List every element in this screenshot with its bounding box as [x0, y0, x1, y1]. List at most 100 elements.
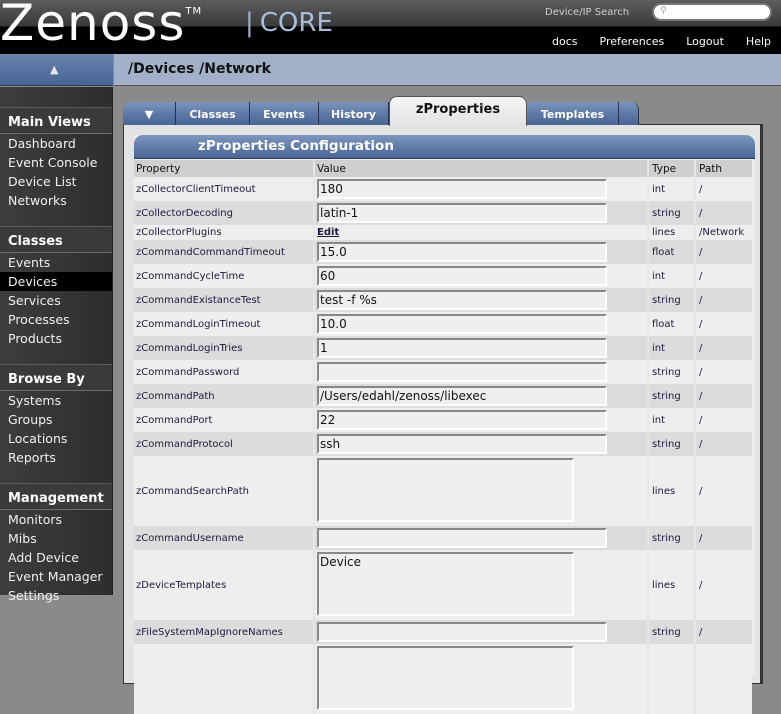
- table-row: zCommandPath/Users/edahl/zenoss/libexec s…: [134, 384, 752, 408]
- sidebar-item-devices[interactable]: Devices: [0, 272, 112, 291]
- property-type: lines: [649, 225, 696, 240]
- property-value-input[interactable]: 10.0: [317, 314, 607, 334]
- tab-events[interactable]: Events: [250, 102, 319, 125]
- table-row: [134, 644, 752, 714]
- property-path: /: [699, 246, 703, 258]
- sidebar-item-settings[interactable]: Settings: [0, 586, 112, 605]
- property-path: /: [699, 390, 703, 402]
- property-path: /: [699, 626, 703, 638]
- breadcrumb-bar: /Devices /Network: [114, 54, 781, 86]
- property-value-input[interactable]: latin-1: [317, 203, 607, 223]
- property-path: /: [699, 366, 703, 378]
- value-cell: Edit: [315, 225, 649, 240]
- logout-link[interactable]: Logout: [686, 35, 724, 48]
- sidebar-item-event-console[interactable]: Event Console: [0, 153, 112, 172]
- value-cell: [315, 620, 649, 644]
- sidebar-item-events[interactable]: Events: [0, 253, 112, 272]
- property-path: /: [699, 207, 703, 219]
- value-cell: 22: [315, 408, 649, 432]
- value-cell: 180: [315, 177, 649, 201]
- table-row: zCommandUsername string /: [134, 526, 752, 550]
- sidebar-item-mibs[interactable]: Mibs: [0, 529, 112, 548]
- property-value-input[interactable]: ssh: [317, 434, 607, 454]
- table-row: zCollectorPlugins Edit lines/Network: [134, 225, 752, 240]
- docs-link[interactable]: docs: [552, 35, 578, 48]
- property-value-input[interactable]: 22: [317, 410, 607, 430]
- table-row: zCommandCommandTimeout 15.0 float /: [134, 240, 752, 264]
- config-title: zProperties Configuration: [134, 135, 755, 159]
- property-name: zCommandPath: [134, 384, 315, 408]
- col-property: Property: [134, 160, 315, 177]
- property-value-input[interactable]: [317, 362, 607, 382]
- value-cell: 15.0: [315, 240, 649, 264]
- preferences-link[interactable]: Preferences: [600, 35, 665, 48]
- property-name: [134, 644, 315, 714]
- property-value-input[interactable]: 1: [317, 338, 607, 358]
- property-value-input[interactable]: test -f %s: [317, 290, 607, 310]
- property-path: /: [699, 438, 703, 450]
- tab-menu-dropdown[interactable]: ▼: [123, 102, 176, 125]
- sidebar-item-systems[interactable]: Systems: [0, 391, 112, 410]
- table-header: Property Value Type Path: [134, 160, 752, 177]
- nav-section-management: Management Monitors Mibs Add Device Event Ma…: [0, 467, 112, 605]
- property-value-textarea[interactable]: Device: [317, 552, 574, 616]
- col-type: Type: [649, 160, 696, 177]
- sidebar-item-groups[interactable]: Groups: [0, 410, 112, 429]
- property-type: string: [649, 360, 696, 384]
- sidebar-item-dashboard[interactable]: Dashboard: [0, 134, 112, 153]
- property-value-textarea[interactable]: [317, 458, 574, 522]
- property-value-input[interactable]: [317, 622, 607, 642]
- nav-heading: Classes: [0, 226, 112, 253]
- edit-link[interactable]: Edit: [317, 227, 339, 238]
- zenoss-logo[interactable]: ZenossTM: [0, 0, 202, 52]
- sidebar-item-processes[interactable]: Processes: [0, 310, 112, 329]
- col-path: Path: [699, 162, 723, 175]
- value-cell: ssh: [315, 432, 649, 456]
- sidebar-item-reports[interactable]: Reports: [0, 448, 112, 467]
- value-cell: latin-1: [315, 201, 649, 225]
- property-value-input[interactable]: [317, 528, 607, 548]
- sidebar-toggle-bar[interactable]: ▲: [0, 54, 113, 86]
- tab-history[interactable]: History: [319, 102, 389, 125]
- value-cell: 60: [315, 264, 649, 288]
- property-value-input[interactable]: 15.0: [317, 242, 607, 262]
- magnifier-icon: ⚲: [660, 6, 667, 16]
- property-type: int: [649, 408, 696, 432]
- property-type: int: [649, 336, 696, 360]
- sidebar-item-add-device[interactable]: Add Device: [0, 548, 112, 567]
- property-value-input[interactable]: 180: [317, 179, 607, 199]
- sidebar-item-products[interactable]: Products: [0, 329, 112, 348]
- sidebar-item-networks[interactable]: Networks: [0, 191, 112, 210]
- property-path: /: [699, 342, 703, 354]
- property-path: [696, 644, 752, 714]
- sidebar-item-device-list[interactable]: Device List: [0, 172, 112, 191]
- device-search-input[interactable]: ⚲: [652, 3, 772, 21]
- property-path: /: [699, 579, 703, 591]
- triangle-up-icon[interactable]: ▲: [50, 63, 58, 76]
- property-type: string: [649, 620, 696, 644]
- property-value-input[interactable]: 60: [317, 266, 607, 286]
- tab-zproperties[interactable]: zProperties: [389, 96, 527, 126]
- sidebar-item-locations[interactable]: Locations: [0, 429, 112, 448]
- property-type: int: [649, 264, 696, 288]
- property-value-input[interactable]: /Users/edahl/zenoss/libexec: [317, 386, 607, 406]
- property-value-textarea[interactable]: [317, 646, 574, 710]
- property-name: zCommandPassword: [134, 360, 315, 384]
- tab-templates[interactable]: Templates: [527, 102, 619, 125]
- property-type: int: [649, 177, 696, 201]
- property-name: zCommandLoginTries: [134, 336, 315, 360]
- sidebar-item-event-manager[interactable]: Event Manager: [0, 567, 112, 586]
- table-row: zCommandPassword string /: [134, 360, 752, 384]
- table-row: zDeviceTemplates Device lines /: [134, 550, 752, 620]
- breadcrumb[interactable]: /Devices /Network: [128, 61, 271, 77]
- search-label: Device/IP Search: [545, 7, 630, 18]
- sidebar-item-monitors[interactable]: Monitors: [0, 510, 112, 529]
- sidebar: Main Views Dashboard Event Console Device L…: [0, 87, 113, 603]
- tab-classes[interactable]: Classes: [176, 102, 250, 125]
- table-row: zCommandSearchPath lines /: [134, 456, 752, 526]
- help-link[interactable]: Help: [746, 35, 771, 48]
- property-path: /Network: [699, 227, 745, 238]
- property-name: zCommandCommandTimeout: [134, 240, 315, 264]
- sidebar-item-services[interactable]: Services: [0, 291, 112, 310]
